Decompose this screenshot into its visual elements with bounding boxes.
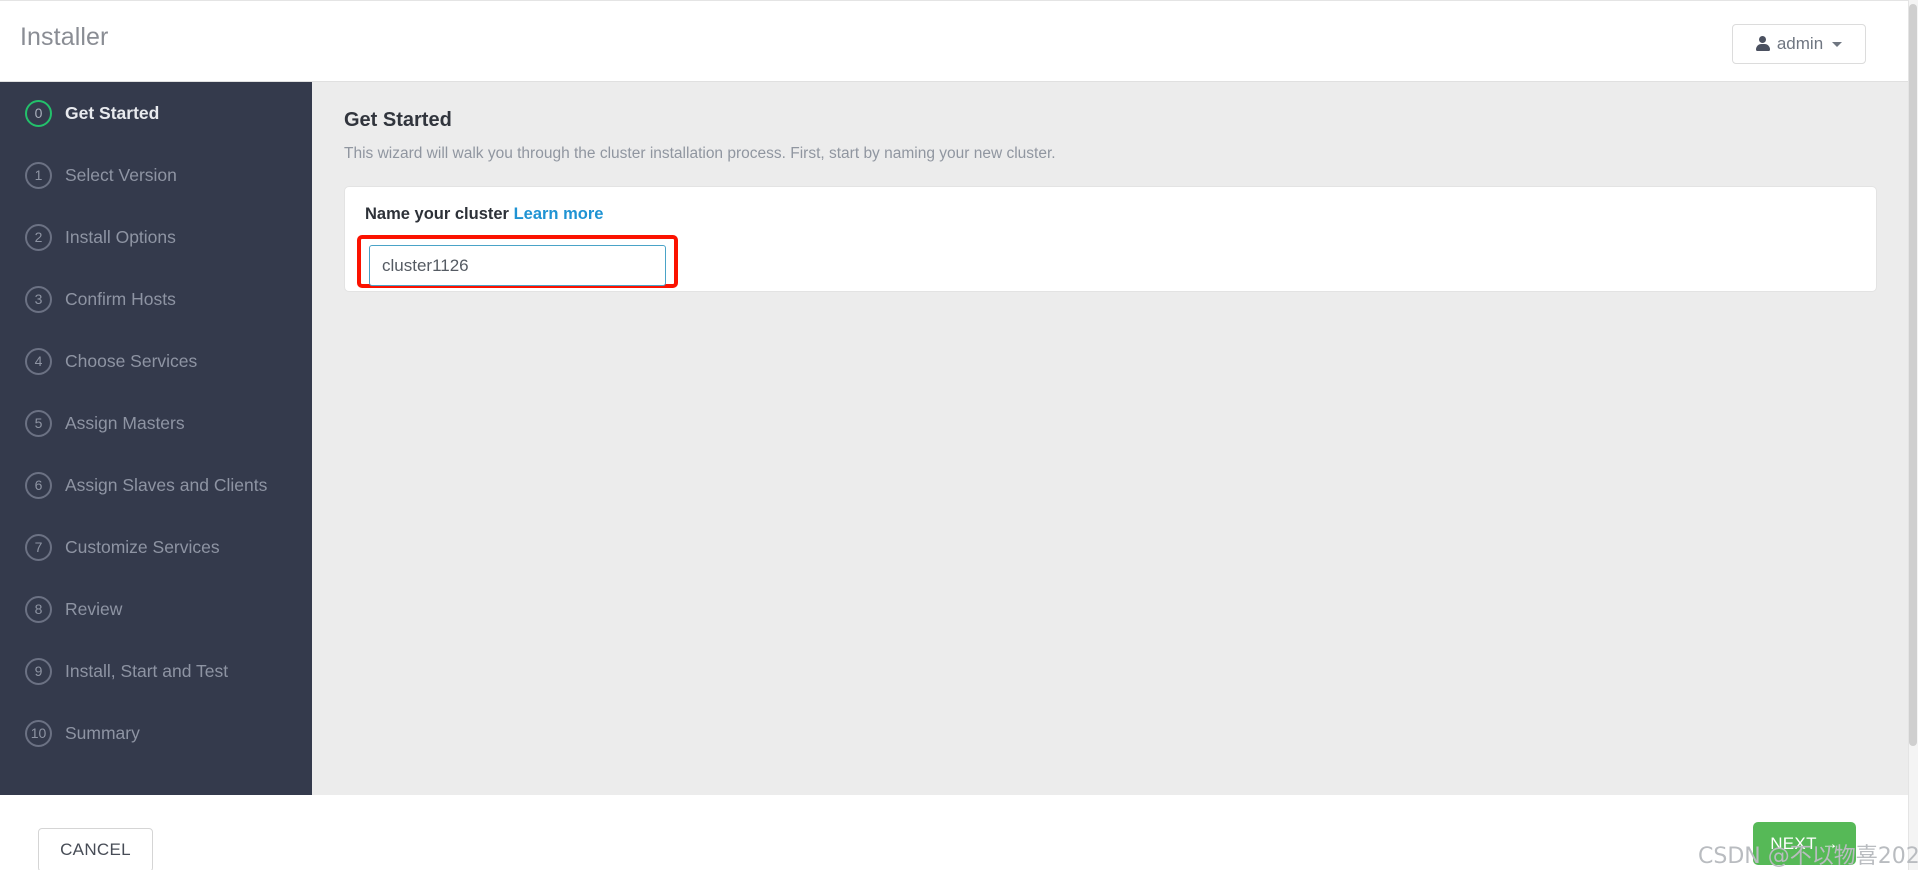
admin-user-menu-button[interactable]: admin — [1732, 24, 1866, 64]
step-number-badge: 8 — [25, 595, 52, 623]
step-label: Review — [65, 598, 123, 619]
step-number-badge: 2 — [25, 223, 52, 251]
step-number-badge: 7 — [25, 533, 52, 561]
sidebar-step-8[interactable]: 8 Review — [0, 578, 312, 640]
top-header-bar: Installer admin — [0, 0, 1908, 82]
step-number-badge: 9 — [25, 657, 52, 685]
content-description: This wizard will walk you through the cl… — [344, 145, 1056, 162]
cluster-name-label: Name your cluster — [365, 205, 509, 223]
content-heading: Get Started — [344, 109, 452, 131]
step-label: Customize Services — [65, 536, 220, 557]
step-number-badge: 5 — [25, 409, 52, 437]
sidebar-step-10[interactable]: 10 Summary — [0, 702, 312, 764]
person-icon — [1755, 36, 1770, 52]
vertical-scrollbar-thumb[interactable] — [1909, 4, 1917, 746]
installer-window: Installer admin 0 Get Started 1 Select Vers… — [0, 0, 1918, 870]
step-number-badge: 6 — [25, 471, 52, 499]
main-content: Get Started This wizard will walk you th… — [312, 82, 1908, 795]
wizard-sidebar: 0 Get Started 1 Select Version 2 Install Opti… — [0, 82, 312, 795]
step-number-badge: 10 — [25, 719, 52, 747]
cluster-name-input-highlight — [357, 235, 678, 288]
vertical-scrollbar-track[interactable] — [1908, 0, 1918, 870]
step-number-badge: 4 — [25, 347, 52, 375]
step-label: Choose Services — [65, 350, 198, 371]
cluster-name-input[interactable] — [369, 245, 666, 286]
step-number-badge: 0 — [25, 99, 52, 127]
step-label: Confirm Hosts — [65, 288, 176, 309]
sidebar-step-3[interactable]: 3 Confirm Hosts — [0, 268, 312, 330]
sidebar-step-0[interactable]: 0 Get Started — [0, 82, 312, 144]
cancel-button[interactable]: CANCEL — [38, 828, 153, 870]
step-number-badge: 1 — [25, 161, 52, 189]
footer-bar: CANCEL — [0, 795, 1908, 870]
step-label: Install Options — [65, 226, 176, 247]
sidebar-step-7[interactable]: 7 Customize Services — [0, 516, 312, 578]
step-label: Get Started — [65, 102, 160, 123]
step-number-badge: 3 — [25, 285, 52, 313]
sidebar-step-9[interactable]: 9 Install, Start and Test — [0, 640, 312, 702]
step-label: Summary — [65, 722, 140, 743]
step-label: Select Version — [65, 164, 177, 185]
cluster-name-label-row: Name your cluster Learn more — [365, 205, 603, 224]
sidebar-step-5[interactable]: 5 Assign Masters — [0, 392, 312, 454]
page-title: Installer — [20, 23, 109, 51]
admin-user-menu-label: admin — [1776, 34, 1824, 53]
step-label: Install, Start and Test — [65, 660, 229, 681]
sidebar-step-1[interactable]: 1 Select Version — [0, 144, 312, 206]
learn-more-link[interactable]: Learn more — [514, 205, 604, 223]
sidebar-step-6[interactable]: 6 Assign Slaves and Clients — [0, 454, 312, 516]
chevron-down-icon — [1832, 41, 1843, 47]
sidebar-step-2[interactable]: 2 Install Options — [0, 206, 312, 268]
cluster-name-panel: Name your cluster Learn more — [344, 186, 1877, 292]
csdn-watermark: CSDN @不以物喜2020 — [1698, 844, 1918, 869]
step-label: Assign Slaves and Clients — [65, 474, 268, 495]
sidebar-step-4[interactable]: 4 Choose Services — [0, 330, 312, 392]
step-label: Assign Masters — [65, 412, 185, 433]
